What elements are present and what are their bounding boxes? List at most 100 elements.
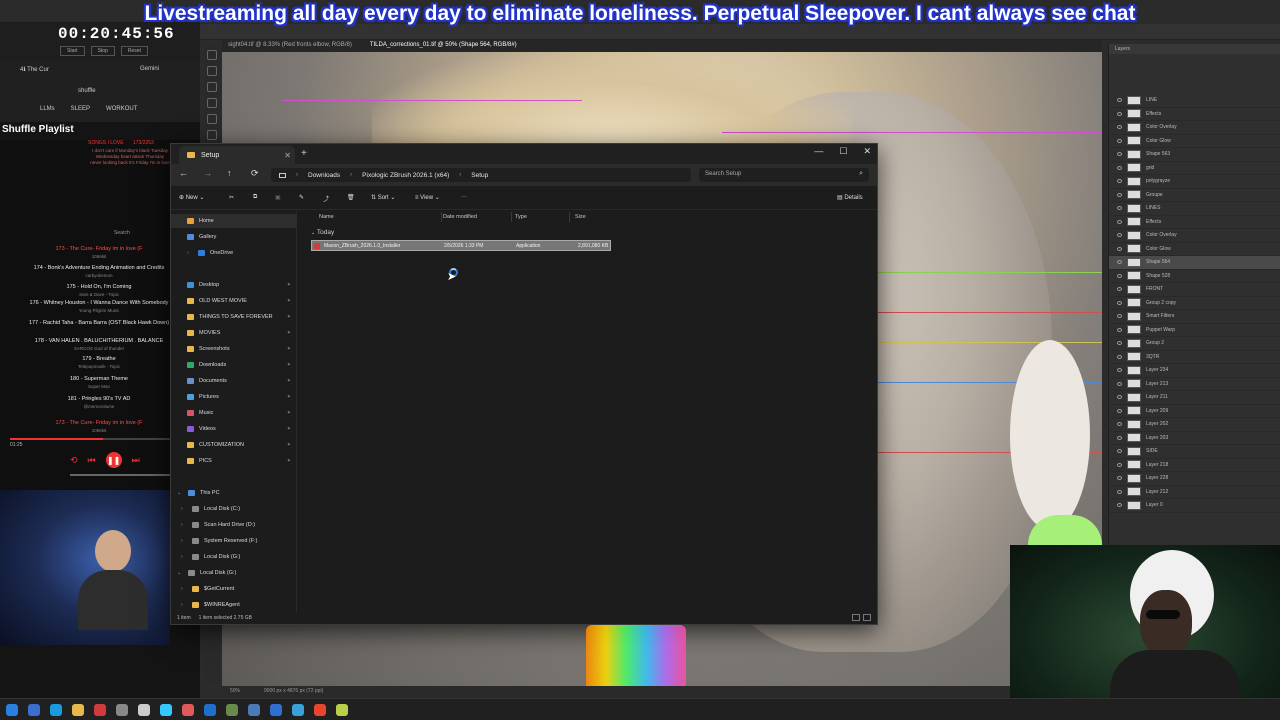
visibility-eye-icon[interactable] xyxy=(1117,219,1122,224)
visibility-eye-icon[interactable] xyxy=(1117,300,1122,305)
zoom-level[interactable]: 50% xyxy=(230,688,240,694)
visibility-eye-icon[interactable] xyxy=(1117,246,1122,251)
more-options-button[interactable]: ··· xyxy=(461,194,467,200)
visibility-eye-icon[interactable] xyxy=(1117,179,1122,184)
file-row[interactable]: Maxon_ZBrush_2026.1.0_Installer 2/5/2026… xyxy=(311,240,611,251)
layer-row[interactable]: Layer 212 xyxy=(1109,486,1280,499)
rename-icon[interactable]: ✎ xyxy=(299,194,304,201)
visibility-eye-icon[interactable] xyxy=(1117,503,1122,508)
layer-row[interactable]: Smart Filters xyxy=(1109,310,1280,324)
nav-item-folder[interactable]: › $WINREAgent xyxy=(171,598,297,612)
visibility-eye-icon[interactable] xyxy=(1117,111,1122,116)
search-input[interactable]: Search Setup ⌕ xyxy=(699,168,869,182)
explorer-tab[interactable]: Setup ✕ xyxy=(179,146,295,164)
visibility-eye-icon[interactable] xyxy=(1117,476,1122,481)
column-size[interactable]: Size xyxy=(575,214,586,220)
nav-item-pinned[interactable]: Screenshots ✦ xyxy=(171,342,297,356)
nav-item-pinned[interactable]: Music ✦ xyxy=(171,406,297,420)
nav-item-drive[interactable]: › Local Disk (C:) xyxy=(171,502,297,516)
app-icon[interactable] xyxy=(226,703,238,716)
playlist-track[interactable]: 176 - Whitney Houston - I Wanna Dance Wi… xyxy=(28,300,170,314)
playlist-track[interactable]: 181 - Pringles 90's TV AD @memorolume xyxy=(28,396,170,410)
back-icon[interactable]: ← xyxy=(179,168,188,178)
column-divider[interactable] xyxy=(441,212,442,222)
nav-item-pinned[interactable]: Documents ✦ xyxy=(171,374,297,388)
app-icon[interactable] xyxy=(270,703,282,716)
visibility-eye-icon[interactable] xyxy=(1117,260,1122,265)
chevron-down-icon[interactable]: ⌄ xyxy=(177,570,183,576)
visibility-eye-icon[interactable] xyxy=(1117,165,1122,170)
app-icon[interactable] xyxy=(336,703,348,716)
layer-row[interactable]: Layer 228 xyxy=(1109,472,1280,486)
close-tab-icon[interactable]: ✕ xyxy=(284,151,291,160)
bookmark-sleep[interactable]: SLEEP xyxy=(71,106,90,112)
nav-item-gallery[interactable]: Gallery xyxy=(171,230,297,244)
up-icon[interactable]: ↑ xyxy=(227,168,232,178)
breadcrumb[interactable]: › Downloads › Pixologic ZBrush 2026.1 (x… xyxy=(271,168,691,182)
view-button[interactable]: ≡ View ⌄ xyxy=(415,194,440,201)
chevron-down-icon[interactable]: ⌄ xyxy=(177,490,183,496)
visibility-eye-icon[interactable] xyxy=(1117,152,1122,157)
breadcrumb-item[interactable]: Downloads xyxy=(308,172,340,179)
nav-item-drive[interactable]: › Scan Hard Drive (D:) xyxy=(171,518,297,532)
pause-button[interactable]: ❚❚ xyxy=(105,452,122,468)
photoshop-icon[interactable] xyxy=(204,703,216,716)
app-icon[interactable] xyxy=(94,703,106,716)
visibility-eye-icon[interactable] xyxy=(1117,341,1122,346)
layer-row[interactable]: polygrayze xyxy=(1109,175,1280,189)
layer-row[interactable]: Layer 209 xyxy=(1109,405,1280,418)
layer-row[interactable]: Group 2 xyxy=(1109,337,1280,351)
new-tab-button[interactable]: + xyxy=(301,148,307,159)
details-button[interactable]: ▤ Details xyxy=(837,194,863,201)
layer-row[interactable]: FRONT xyxy=(1109,283,1280,297)
chevron-right-icon[interactable]: › xyxy=(181,522,187,528)
minimize-icon[interactable]: — xyxy=(814,146,823,157)
visibility-eye-icon[interactable] xyxy=(1117,462,1122,467)
nav-item-pinned[interactable]: PICS ✦ xyxy=(171,454,297,468)
visibility-eye-icon[interactable] xyxy=(1117,192,1122,197)
volume-slider[interactable] xyxy=(70,474,170,476)
move-tool-icon[interactable] xyxy=(207,50,217,60)
column-type[interactable]: Type xyxy=(515,214,527,220)
sort-button[interactable]: ⇅ Sort ⌄ xyxy=(371,194,395,201)
column-date-modified[interactable]: Date modified xyxy=(443,214,477,220)
nav-item-home[interactable]: Home xyxy=(171,214,297,228)
nav-item-drive[interactable]: ⌄ Local Disk (G:) xyxy=(171,566,297,580)
visibility-eye-icon[interactable] xyxy=(1117,408,1122,413)
chevron-right-icon[interactable]: › xyxy=(187,250,193,256)
chrome-icon[interactable] xyxy=(314,703,326,716)
layer-row[interactable]: Shape 564 xyxy=(1109,256,1280,270)
visibility-eye-icon[interactable] xyxy=(1117,327,1122,332)
layer-row[interactable]: SIDE xyxy=(1109,445,1280,459)
visibility-eye-icon[interactable] xyxy=(1117,395,1122,400)
nav-item-drive[interactable]: › Local Disk (G:) xyxy=(171,550,297,564)
playlist-track[interactable]: 174 - Bonk's Adventure Ending Animation … xyxy=(28,265,170,279)
doc-tab-active[interactable]: TILDA_corrections_01.tif @ 50% (Shape 56… xyxy=(370,42,517,50)
column-divider[interactable] xyxy=(569,212,570,222)
bookmark-llms[interactable]: LLMs xyxy=(40,106,55,112)
visibility-eye-icon[interactable] xyxy=(1117,314,1122,319)
layer-row[interactable]: Layer 218 xyxy=(1109,459,1280,472)
layer-row[interactable]: Group 2 copy xyxy=(1109,297,1280,310)
visibility-eye-icon[interactable] xyxy=(1117,273,1122,278)
layer-row[interactable]: Color Overlay xyxy=(1109,121,1280,135)
new-button[interactable]: ⊕ New ⌄ xyxy=(179,194,204,201)
app-icon[interactable] xyxy=(138,703,150,716)
layer-row[interactable]: LINES xyxy=(1109,202,1280,216)
playlist-track[interactable]: 173 - The Cure- Friday im in love (F 1066… xyxy=(28,420,170,434)
breadcrumb-item[interactable]: Setup xyxy=(471,172,488,179)
nav-item-pinned[interactable]: Desktop ✦ xyxy=(171,278,297,292)
layer-row[interactable]: Effects xyxy=(1109,108,1280,121)
chevron-right-icon[interactable]: › xyxy=(181,586,187,592)
nav-item-folder[interactable]: › $GetCurrent xyxy=(171,582,297,596)
close-icon[interactable]: ✕ xyxy=(863,146,871,157)
playlist-track[interactable]: 175 - Hold On, I'm Coming Sam & Dave - To… xyxy=(28,284,170,298)
chevron-right-icon[interactable]: › xyxy=(181,506,187,512)
settings-gear-icon[interactable] xyxy=(116,703,128,716)
app-icon[interactable] xyxy=(292,703,304,716)
timer-reset-button[interactable]: Reset xyxy=(120,46,148,56)
browser-tab[interactable]: 4ℹ The Cur xyxy=(20,66,49,73)
marquee-tool-icon[interactable] xyxy=(207,66,217,76)
visibility-eye-icon[interactable] xyxy=(1117,435,1122,440)
breadcrumb-item[interactable]: Pixologic ZBrush 2026.1 (x64) xyxy=(362,172,449,179)
